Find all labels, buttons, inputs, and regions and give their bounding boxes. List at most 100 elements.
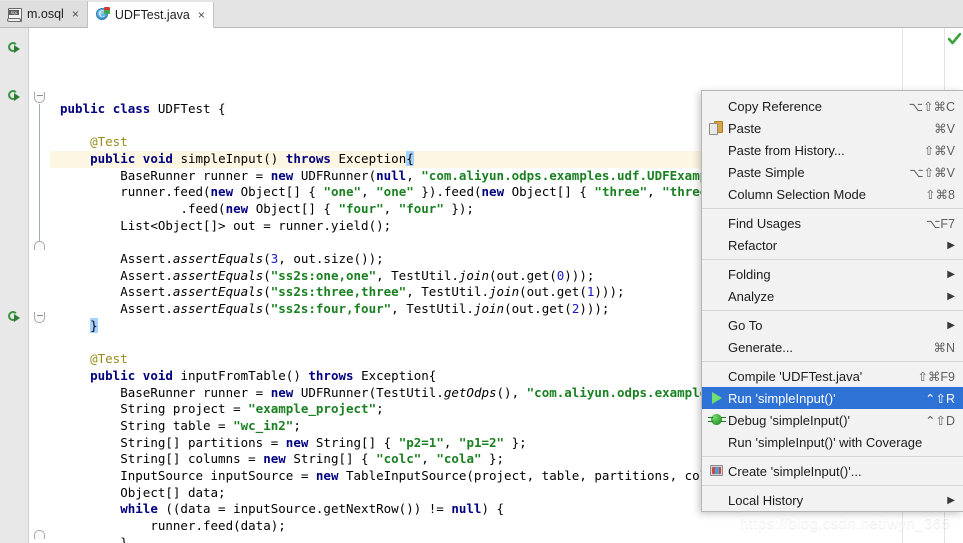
menu-item-go-to[interactable]: Go To ▶ bbox=[702, 314, 963, 336]
menu-item-refactor[interactable]: Refactor ▶ bbox=[702, 234, 963, 256]
fold-region-line bbox=[39, 104, 40, 241]
code-token: UDFRunner(TestUtil. bbox=[300, 384, 444, 400]
editor-tab-udftest-java[interactable]: C UDFTest.java × bbox=[87, 2, 214, 28]
code-token: new bbox=[210, 184, 241, 200]
editor-tab-m-osql[interactable]: SQL m.osql × bbox=[0, 1, 88, 27]
menu-item-create-simpleinput[interactable]: Create 'simpleInput()'... bbox=[702, 460, 963, 482]
menu-item-find-usages[interactable]: Find Usages ⌥F7 bbox=[702, 212, 963, 234]
editor-tab-label: m.osql bbox=[27, 7, 64, 21]
code-token: simpleInput() bbox=[180, 150, 286, 166]
code-token: "ss2s:one,one" bbox=[270, 267, 377, 283]
chevron-right-icon: ▶ bbox=[947, 290, 955, 302]
code-token: , TestUtil. bbox=[406, 284, 490, 300]
code-token: "four" bbox=[338, 200, 384, 216]
code-token: @Test bbox=[90, 134, 128, 150]
code-token: void bbox=[142, 150, 181, 166]
menu-item-icon-slot bbox=[708, 492, 726, 508]
sql-file-icon: SQL bbox=[7, 7, 22, 22]
code-token: void bbox=[142, 367, 181, 383]
editor-context-menu[interactable]: Copy Reference ⌥⇧⌘C Paste ⌘V Paste from Hist… bbox=[701, 90, 963, 512]
close-icon[interactable]: × bbox=[198, 9, 205, 21]
code-token: Assert. bbox=[120, 284, 173, 300]
code-token: List<Object[]> out = runner.yield(); bbox=[120, 217, 392, 233]
menu-item-icon-slot bbox=[708, 339, 726, 355]
menu-item-icon-slot bbox=[708, 237, 726, 253]
code-token: BaseRunner runner = bbox=[120, 167, 271, 183]
run-marker-gutter[interactable] bbox=[0, 28, 29, 543]
code-line[interactable]: } bbox=[50, 535, 944, 543]
menu-item-run-simpleinput-with-coverage[interactable]: Run 'simpleInput()' with Coverage bbox=[702, 431, 963, 453]
code-token: , bbox=[361, 184, 377, 200]
code-line[interactable]: runner.feed(data); bbox=[50, 518, 944, 535]
code-token: String[] partitions = bbox=[120, 434, 286, 450]
code-token: public bbox=[60, 100, 113, 116]
code-token: String[] { bbox=[315, 434, 399, 450]
code-token: String[] { bbox=[293, 451, 377, 467]
paste-icon bbox=[708, 120, 726, 136]
create-config-icon bbox=[708, 463, 726, 479]
code-token: new bbox=[285, 434, 316, 450]
menu-separator bbox=[702, 361, 963, 362]
code-token: ( bbox=[263, 267, 271, 283]
fold-end-icon[interactable] bbox=[34, 241, 45, 250]
code-token: } bbox=[120, 534, 128, 543]
code-token: "wc_in2" bbox=[233, 417, 294, 433]
menu-item-label: Paste bbox=[728, 120, 762, 136]
menu-item-shortcut: ⌥F7 bbox=[926, 216, 955, 231]
menu-item-run-simpleinput[interactable]: Run 'simpleInput()' ⌃⇧R bbox=[702, 387, 963, 409]
close-icon[interactable]: × bbox=[72, 8, 79, 20]
code-token: throws bbox=[308, 367, 362, 383]
code-token: null bbox=[376, 167, 407, 183]
chevron-right-icon: ▶ bbox=[947, 319, 955, 331]
java-class-icon: C bbox=[95, 7, 110, 22]
code-token: String project = bbox=[120, 401, 249, 417]
run-marker-icon[interactable] bbox=[8, 311, 22, 325]
code-token: join bbox=[458, 267, 490, 283]
fold-gutter[interactable] bbox=[29, 28, 50, 543]
code-token: "p2=1" bbox=[398, 434, 444, 450]
code-token: throws bbox=[285, 150, 339, 166]
code-token: assertEquals bbox=[172, 284, 264, 300]
code-token: .feed( bbox=[180, 200, 226, 216]
code-token: InputSource inputSource = bbox=[120, 467, 316, 483]
code-token: assertEquals bbox=[172, 267, 264, 283]
code-token: { bbox=[406, 150, 414, 166]
menu-item-debug-simpleinput[interactable]: Debug 'simpleInput()' ⌃⇧D bbox=[702, 409, 963, 431]
menu-item-column-selection-mode[interactable]: Column Selection Mode ⇧⌘8 bbox=[702, 183, 963, 205]
menu-item-label: Go To bbox=[728, 317, 763, 333]
run-marker-icon[interactable] bbox=[8, 90, 22, 104]
code-token: , bbox=[383, 200, 399, 216]
menu-item-generate[interactable]: Generate... ⌘N bbox=[702, 336, 963, 358]
menu-separator bbox=[702, 485, 963, 486]
menu-item-local-history[interactable]: Local History ▶ bbox=[702, 489, 963, 511]
menu-item-paste-simple[interactable]: Paste Simple ⌥⇧⌘V bbox=[702, 161, 963, 183]
fold-end-icon[interactable] bbox=[34, 530, 45, 539]
code-token: ( bbox=[263, 284, 271, 300]
run-marker-icon[interactable] bbox=[8, 42, 22, 56]
menu-item-paste[interactable]: Paste ⌘V bbox=[702, 117, 963, 139]
code-token: join bbox=[489, 284, 520, 300]
menu-item-paste-from-history[interactable]: Paste from History... ⇧⌘V bbox=[702, 139, 963, 161]
code-token: TableInputSource(project, table, partiti… bbox=[346, 467, 753, 483]
code-token: getOdps bbox=[443, 384, 497, 400]
menu-item-label: Create 'simpleInput()'... bbox=[728, 463, 862, 479]
code-token: ))); bbox=[564, 267, 595, 283]
fold-toggle-icon[interactable] bbox=[34, 92, 45, 103]
code-token: while bbox=[120, 501, 166, 517]
code-token: , bbox=[421, 451, 437, 467]
code-token: assertEquals bbox=[172, 301, 264, 317]
code-token: }).feed( bbox=[413, 184, 482, 200]
menu-item-folding[interactable]: Folding ▶ bbox=[702, 263, 963, 285]
menu-item-analyze[interactable]: Analyze ▶ bbox=[702, 285, 963, 307]
code-token: UDFRunner( bbox=[300, 167, 377, 183]
menu-item-copy-reference[interactable]: Copy Reference ⌥⇧⌘C bbox=[702, 95, 963, 117]
fold-toggle-icon[interactable] bbox=[34, 312, 45, 323]
menu-item-compile-udftest-java[interactable]: Compile 'UDFTest.java' ⇧⌘F9 bbox=[702, 365, 963, 387]
code-token: String[] columns = bbox=[120, 451, 264, 467]
